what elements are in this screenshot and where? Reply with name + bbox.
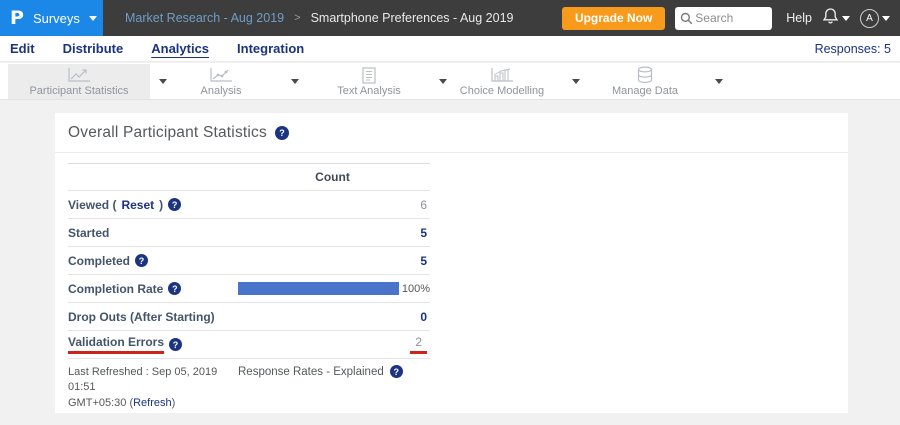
upgrade-now-button[interactable]: Upgrade Now xyxy=(562,7,665,30)
table-row-started: Started 5 xyxy=(68,219,430,247)
responses-count[interactable]: Responses: 5 xyxy=(815,42,891,56)
breadcrumb-separator: > xyxy=(294,12,300,24)
row-label: Drop Outs (After Starting) xyxy=(68,310,215,324)
tab-edit[interactable]: Edit xyxy=(10,41,35,56)
participant-statistics-table: Count Viewed ( Reset ) 6 Started 5 Compl… xyxy=(68,163,430,359)
scatter-chart-icon xyxy=(208,67,234,84)
breadcrumb-parent-link[interactable]: Market Research - Aug 2019 xyxy=(125,11,284,25)
breadcrumb: Market Research - Aug 2019 > Smartphone … xyxy=(125,11,513,25)
completed-count: 5 xyxy=(420,254,427,268)
chevron-down-icon xyxy=(842,16,850,21)
search-icon xyxy=(680,12,693,30)
validation-errors-count: 2 xyxy=(410,335,427,354)
search-box xyxy=(675,7,772,30)
completion-rate-bar xyxy=(238,282,399,295)
tab-analytics[interactable]: Analytics xyxy=(151,41,209,56)
chevron-down-icon xyxy=(882,16,890,21)
chevron-down-icon[interactable] xyxy=(572,79,580,84)
response-rates-explained: Response Rates - Explained xyxy=(238,365,403,378)
tab-integration[interactable]: Integration xyxy=(237,41,304,56)
tab-distribute[interactable]: Distribute xyxy=(63,41,124,56)
reset-link[interactable]: Reset xyxy=(121,198,154,212)
help-icon[interactable] xyxy=(168,282,181,295)
chevron-down-icon[interactable] xyxy=(291,79,299,84)
toolbar-participant-statistics[interactable]: Participant Statistics xyxy=(8,64,150,99)
line-chart-icon xyxy=(66,67,92,84)
toolbar-manage-data[interactable]: Manage Data xyxy=(584,64,706,99)
row-label: Completion Rate xyxy=(68,282,163,296)
toolbar-item-label: Manage Data xyxy=(612,85,678,97)
drop-outs-count: 0 xyxy=(420,310,427,324)
toolbar-item-label: Text Analysis xyxy=(337,85,401,97)
table-row-drop-outs: Drop Outs (After Starting) 0 xyxy=(68,303,430,331)
refreshed-line2-prefix: GMT+05:30 ( xyxy=(68,397,133,409)
card-header: Overall Participant Statistics xyxy=(55,113,848,153)
table-row-completed: Completed 5 xyxy=(68,247,430,275)
row-label: Started xyxy=(68,226,109,240)
help-icon[interactable] xyxy=(275,126,289,140)
row-label: Completed xyxy=(68,254,130,268)
surveys-menu-label: Surveys xyxy=(33,11,80,26)
table-row-viewed: Viewed ( Reset ) 6 xyxy=(68,191,430,219)
questionpro-logo-icon: P xyxy=(10,9,24,28)
breadcrumb-current: Smartphone Preferences - Aug 2019 xyxy=(311,11,514,25)
table-header-row: Count xyxy=(68,164,430,191)
table-row-validation-errors: Validation Errors 2 xyxy=(68,331,430,359)
overall-statistics-card: Overall Participant Statistics Count Vie… xyxy=(55,113,848,413)
top-header-bar: P Surveys Market Research - Aug 2019 > S… xyxy=(0,0,900,36)
app-switcher[interactable]: P Surveys xyxy=(0,0,103,36)
card-footer: Last Refreshed : Sep 05, 2019 01:51 GMT+… xyxy=(68,365,848,411)
help-menu[interactable]: Help xyxy=(786,11,812,25)
account-menu[interactable]: A xyxy=(860,9,890,28)
toolbar-analysis[interactable]: Analysis xyxy=(160,64,282,99)
toolbar-item-label: Choice Modelling xyxy=(460,85,544,97)
database-icon xyxy=(635,66,655,84)
row-label: ) xyxy=(159,198,163,212)
completion-rate-percent: 100% xyxy=(402,283,430,295)
help-icon[interactable] xyxy=(135,254,148,267)
response-rates-label: Response Rates - Explained xyxy=(238,366,384,378)
survey-nav-bar: Edit Distribute Analytics Integration Re… xyxy=(0,36,900,62)
chevron-down-icon[interactable] xyxy=(715,79,723,84)
analytics-toolbar: Participant Statistics Analysis Text Ana… xyxy=(0,63,900,100)
chevron-down-icon xyxy=(89,16,97,21)
help-icon[interactable] xyxy=(168,198,181,211)
help-icon[interactable] xyxy=(169,338,182,351)
started-count: 5 xyxy=(420,226,427,240)
toolbar-choice-modelling[interactable]: Choice Modelling xyxy=(441,64,563,99)
toolbar-text-analysis[interactable]: Text Analysis xyxy=(308,64,430,99)
avatar: A xyxy=(860,9,879,28)
row-label: Validation Errors xyxy=(68,335,164,354)
last-refreshed-text: Last Refreshed : Sep 05, 2019 01:51 GMT+… xyxy=(68,365,238,411)
document-icon xyxy=(360,67,378,84)
notifications-menu[interactable] xyxy=(822,7,850,30)
viewed-count: 6 xyxy=(420,198,427,212)
completion-rate-fill xyxy=(238,282,399,295)
bar-chart-icon xyxy=(489,67,515,84)
refreshed-line2-suffix: ) xyxy=(172,397,176,409)
help-icon[interactable] xyxy=(390,365,403,378)
page-title: Overall Participant Statistics xyxy=(68,124,267,142)
row-label: Viewed ( xyxy=(68,198,116,212)
refresh-link[interactable]: Refresh xyxy=(133,397,172,409)
toolbar-item-label: Analysis xyxy=(201,85,242,97)
table-row-completion-rate: Completion Rate 100% xyxy=(68,275,430,303)
refreshed-line1: Last Refreshed : Sep 05, 2019 01:51 xyxy=(68,366,217,393)
count-column-header: Count xyxy=(315,170,350,184)
bell-icon xyxy=(822,7,839,30)
toolbar-item-label: Participant Statistics xyxy=(29,85,128,97)
